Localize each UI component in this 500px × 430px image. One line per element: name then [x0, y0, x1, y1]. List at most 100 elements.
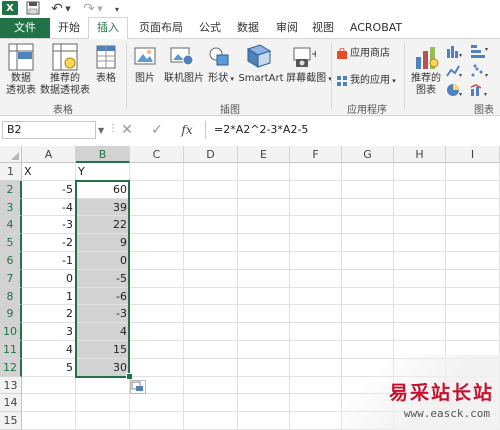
customize-qat-icon[interactable]: ▾ — [112, 1, 122, 17]
picture-icon — [134, 45, 156, 70]
ribbon-separator — [126, 43, 127, 109]
watermark-url: www.easck.com — [403, 407, 490, 420]
column-header-E[interactable]: E — [238, 146, 290, 163]
column-header-I[interactable]: I — [446, 146, 500, 163]
ribbon-separator — [404, 43, 405, 109]
row-header-1[interactable]: 1 — [0, 163, 22, 181]
row-header-9[interactable]: 9 — [0, 305, 22, 324]
screenshot-button[interactable]: 屏幕截图 ▾ — [284, 73, 334, 85]
tab-page-layout[interactable]: 页面布局 — [132, 18, 190, 38]
row-header-12[interactable]: 12 — [0, 358, 22, 377]
row-header-5[interactable]: 5 — [0, 234, 22, 252]
tab-acrobat[interactable]: ACROBAT — [344, 18, 408, 38]
shapes-button[interactable]: 形状 ▾ — [206, 73, 236, 85]
cell-B2[interactable]: 60 — [76, 181, 130, 199]
name-box-dropdown-icon[interactable]: ▼ — [98, 126, 104, 135]
formula-input[interactable]: =2*A2^2-3*A2-5 — [205, 121, 498, 139]
online-picture-button[interactable]: 联机图片 — [160, 73, 208, 85]
cell-A9[interactable]: 2 — [22, 305, 76, 323]
cell-A11[interactable]: 4 — [22, 341, 76, 359]
table-button[interactable]: 表格 — [90, 73, 122, 85]
cell-A5[interactable]: -2 — [22, 234, 76, 252]
row-header-2[interactable]: 2 — [0, 180, 22, 199]
hierarchy-chart-icon[interactable]: ▾ — [470, 43, 490, 62]
cell-B11[interactable]: 15 — [76, 341, 130, 359]
cell-A12[interactable]: 5 — [22, 359, 76, 377]
svg-text:▾: ▾ — [459, 72, 462, 79]
insert-function-icon[interactable]: fx — [178, 121, 196, 139]
cell-B1[interactable]: Y — [76, 163, 130, 181]
cell-A2[interactable]: -5 — [22, 181, 76, 199]
combo-chart-icon[interactable]: ▾ — [470, 83, 490, 100]
column-header-F[interactable]: F — [290, 146, 342, 163]
row-header-14[interactable]: 14 — [0, 394, 22, 413]
scatter-chart-icon[interactable]: ▾ — [470, 63, 490, 82]
column-header-H[interactable]: H — [394, 146, 446, 163]
enter-icon[interactable]: ✓ — [148, 121, 166, 139]
fill-handle[interactable] — [126, 372, 133, 380]
row-header-6[interactable]: 6 — [0, 252, 22, 270]
column-header-B[interactable]: B — [76, 146, 130, 163]
picture-button[interactable]: 图片 — [128, 73, 162, 85]
row-header-4[interactable]: 4 — [0, 216, 22, 235]
column-header-G[interactable]: G — [342, 146, 394, 163]
tab-insert[interactable]: 插入 — [88, 17, 128, 40]
row-header-7[interactable]: 7 — [0, 269, 22, 288]
charts-group-label: 图表 — [474, 105, 494, 116]
row-header-15[interactable]: 15 — [0, 412, 22, 430]
screenshot-icon: + — [292, 45, 319, 72]
row-header-13[interactable]: 13 — [0, 376, 22, 395]
redo-dropdown-icon[interactable]: ▼ — [96, 1, 104, 17]
cell-B3[interactable]: 39 — [76, 199, 130, 217]
undo-icon[interactable]: ↶ — [50, 1, 64, 17]
store-button[interactable]: 应用商店 — [350, 48, 390, 60]
undo-dropdown-icon[interactable]: ▼ — [64, 1, 72, 17]
cell-A1[interactable]: X — [22, 163, 76, 181]
column-header-A[interactable]: A — [22, 146, 76, 163]
quick-analysis-icon[interactable] — [130, 379, 146, 394]
cell-A6[interactable]: -1 — [22, 252, 76, 270]
my-apps-button[interactable]: 我的应用 ▾ — [350, 75, 396, 87]
cell-B8[interactable]: -6 — [76, 288, 130, 306]
cell-A3[interactable]: -4 — [22, 199, 76, 217]
tab-data[interactable]: 数据 — [230, 18, 266, 38]
tab-view[interactable]: 视图 — [306, 18, 340, 38]
save-icon[interactable] — [26, 1, 40, 15]
recommended-pivot-button[interactable]: 推荐的 数据透视表 — [36, 73, 94, 97]
column-header-C[interactable]: C — [130, 146, 184, 163]
column-header-D[interactable]: D — [184, 146, 238, 163]
cancel-icon[interactable]: ✕ — [118, 121, 136, 139]
smartart-button[interactable]: SmartArt — [236, 73, 286, 85]
cell-A10[interactable]: 3 — [22, 323, 76, 341]
cell-B6[interactable]: 0 — [76, 252, 130, 270]
row-header-3[interactable]: 3 — [0, 198, 22, 217]
cell-A8[interactable]: 1 — [22, 288, 76, 306]
cell-B7[interactable]: -5 — [76, 270, 130, 288]
excel-logo-icon: X — [2, 1, 18, 15]
cell-B5[interactable]: 9 — [76, 234, 130, 252]
cell-B4[interactable]: 22 — [76, 216, 130, 234]
tab-home[interactable]: 开始 — [52, 18, 86, 38]
column-chart-icon[interactable]: ▾ — [446, 43, 464, 62]
row-header-11[interactable]: 11 — [0, 341, 22, 359]
cell-B9[interactable]: -3 — [76, 305, 130, 323]
row-header-8[interactable]: 8 — [0, 287, 22, 306]
cell-B12[interactable]: 30 — [76, 359, 130, 377]
cell-B10[interactable]: 4 — [76, 323, 130, 341]
tab-formulas[interactable]: 公式 — [192, 18, 228, 38]
title-bar: X ↶ ▼ ↷ ▼ ▾ — [0, 0, 500, 18]
select-all-button[interactable] — [0, 146, 22, 163]
row-header-10[interactable]: 10 — [0, 323, 22, 341]
recommended-chart-button[interactable]: 推荐的 图表 — [406, 73, 446, 97]
cell-A7[interactable]: 0 — [22, 270, 76, 288]
cell-A4[interactable]: -3 — [22, 216, 76, 234]
redo-icon[interactable]: ↷ — [82, 1, 96, 17]
pie-chart-icon[interactable]: ▾ — [446, 83, 464, 100]
tab-review[interactable]: 审阅 — [270, 18, 304, 38]
tab-file[interactable]: 文件 — [0, 18, 50, 38]
formula-bar-grip-icon[interactable]: ⋮ — [108, 123, 118, 134]
svg-text:▾: ▾ — [459, 52, 462, 59]
line-chart-icon[interactable]: ▾ — [446, 63, 464, 82]
name-box[interactable]: B2 — [2, 121, 96, 139]
gridline — [289, 163, 290, 430]
